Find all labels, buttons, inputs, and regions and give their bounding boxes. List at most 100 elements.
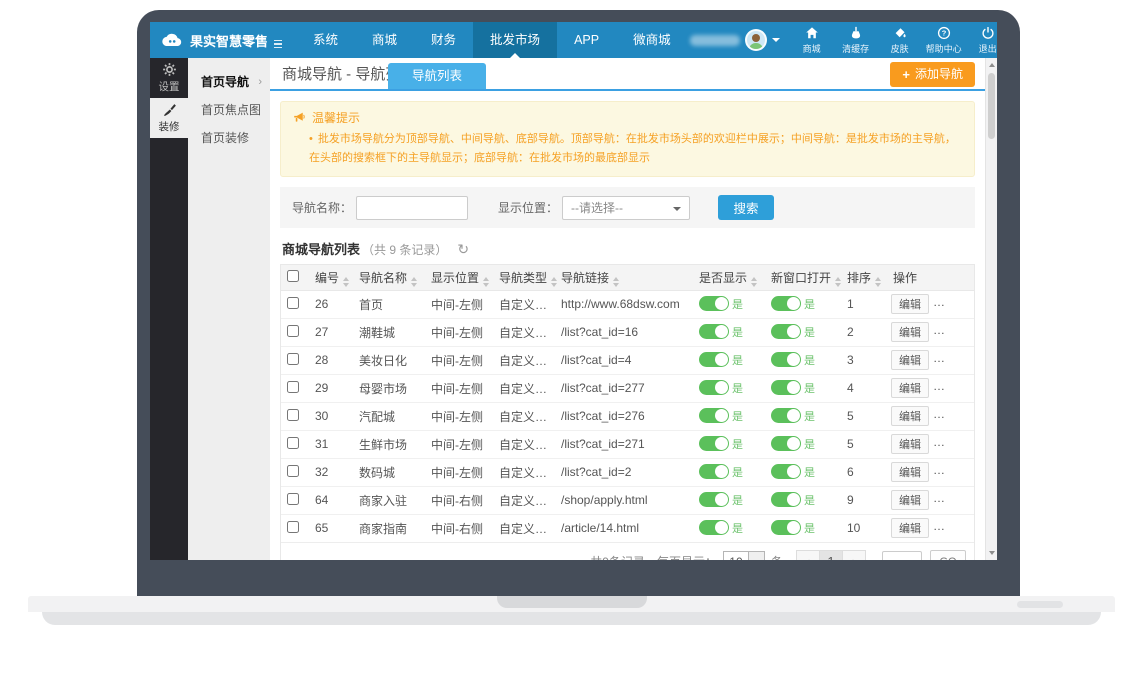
sort-icon[interactable] [411, 277, 417, 287]
menu-item-finance[interactable]: 财务 [414, 22, 473, 58]
add-nav-button[interactable]: + 添加导航 [890, 62, 975, 87]
select-all-checkbox[interactable] [287, 270, 299, 282]
cell-new-window: 是 [765, 486, 841, 514]
page-size-select[interactable]: 10 [723, 551, 765, 560]
brand[interactable]: 果实智慧零售 [150, 22, 296, 58]
display-position-select[interactable]: --请选择-- [562, 196, 690, 220]
column-new-window[interactable]: 新窗口打开 [765, 265, 841, 290]
edit-button[interactable]: 编辑 [891, 322, 929, 342]
new-window-toggle[interactable] [771, 296, 801, 311]
column-id[interactable]: 编号 [309, 265, 353, 290]
search-button[interactable]: 搜索 [718, 195, 774, 220]
new-window-toggle[interactable] [771, 408, 801, 423]
edit-button[interactable]: 编辑 [891, 406, 929, 426]
cell-name: 潮鞋城 [353, 318, 425, 346]
row-checkbox[interactable] [287, 325, 299, 337]
tool-clear-cache[interactable]: 清缓存 [834, 22, 878, 58]
sort-icon[interactable] [875, 277, 881, 287]
sort-icon[interactable] [613, 277, 619, 287]
row-checkbox-cell [281, 290, 309, 318]
sort-icon[interactable] [835, 277, 841, 287]
refresh-icon[interactable]: ↻ [457, 242, 469, 256]
visible-toggle[interactable] [699, 464, 729, 479]
submenu-item-home-decorate[interactable]: 首页装修 [188, 124, 270, 152]
sidebar-item-decorate[interactable]: 装修 [150, 98, 188, 138]
submenu-item-home-nav[interactable]: 首页导航 › [188, 68, 270, 96]
edit-button[interactable]: 编辑 [891, 350, 929, 370]
cell-position: 中间-左侧 [425, 346, 493, 374]
cell-visible: 是 [693, 346, 765, 374]
row-checkbox[interactable] [287, 493, 299, 505]
go-button[interactable]: GO [930, 550, 966, 560]
sort-icon[interactable] [751, 277, 757, 287]
sort-icon[interactable] [483, 277, 489, 287]
goto-page-input[interactable] [882, 551, 922, 560]
edit-button[interactable]: 编辑 [891, 490, 929, 510]
row-checkbox[interactable] [287, 521, 299, 533]
visible-toggle[interactable] [699, 492, 729, 507]
row-checkbox[interactable] [287, 297, 299, 309]
row-checkbox[interactable] [287, 381, 299, 393]
row-checkbox[interactable] [287, 409, 299, 421]
current-page-button[interactable]: 1 [819, 550, 843, 560]
scroll-down-arrow[interactable] [986, 547, 997, 559]
menu-item-mall[interactable]: 商城 [355, 22, 414, 58]
new-window-toggle[interactable] [771, 324, 801, 339]
menu-item-app[interactable]: APP [557, 22, 616, 58]
new-window-toggle[interactable] [771, 464, 801, 479]
edit-button[interactable]: 编辑 [891, 462, 929, 482]
new-window-toggle[interactable] [771, 352, 801, 367]
cell-sort-order: 5 [841, 430, 887, 458]
avatar[interactable] [745, 29, 767, 51]
column-visible[interactable]: 是否显示 [693, 265, 765, 290]
cell-id: 29 [309, 374, 353, 402]
edit-button[interactable]: 编辑 [891, 518, 929, 538]
tool-help-center[interactable]: ? 帮助中心 [922, 22, 966, 58]
sort-icon[interactable] [551, 277, 557, 287]
menu-toggle-icon[interactable] [274, 40, 282, 49]
edit-button[interactable]: 编辑 [891, 434, 929, 454]
new-window-label: 是 [804, 439, 815, 451]
submenu-item-home-banner[interactable]: 首页焦点图 [188, 96, 270, 124]
column-sort-order[interactable]: 排序 [841, 265, 887, 290]
row-checkbox[interactable] [287, 353, 299, 365]
row-checkbox[interactable] [287, 465, 299, 477]
menu-item-wechat-mall[interactable]: 微商城 [616, 22, 688, 58]
column-link[interactable]: 导航链接 [555, 265, 693, 290]
sort-icon[interactable] [343, 277, 349, 287]
prev-page-button[interactable]: ‹ [796, 550, 820, 560]
visible-toggle[interactable] [699, 408, 729, 423]
scrollbar-thumb[interactable] [988, 73, 995, 139]
visible-toggle[interactable] [699, 436, 729, 451]
visible-toggle[interactable] [699, 296, 729, 311]
edit-button[interactable]: 编辑 [891, 294, 929, 314]
scroll-up-arrow[interactable] [986, 59, 997, 71]
new-window-toggle[interactable] [771, 436, 801, 451]
page-size-caret-button[interactable] [749, 551, 765, 560]
visible-toggle[interactable] [699, 352, 729, 367]
column-type[interactable]: 导航类型 [493, 265, 555, 290]
column-position[interactable]: 显示位置 [425, 265, 493, 290]
new-window-toggle[interactable] [771, 520, 801, 535]
tool-skin[interactable]: 皮肤 [878, 22, 922, 58]
user-account[interactable] [688, 22, 782, 58]
visible-toggle[interactable] [699, 380, 729, 395]
visible-toggle[interactable] [699, 520, 729, 535]
new-window-toggle[interactable] [771, 492, 801, 507]
new-window-toggle[interactable] [771, 380, 801, 395]
vertical-scrollbar[interactable] [985, 58, 997, 560]
column-name[interactable]: 导航名称 [353, 265, 425, 290]
menu-item-system[interactable]: 系统 [296, 22, 355, 58]
cell-position: 中间-左侧 [425, 290, 493, 318]
row-checkbox[interactable] [287, 437, 299, 449]
tool-mall[interactable]: 商城 [790, 22, 834, 58]
nav-name-input[interactable] [356, 196, 468, 220]
next-page-button[interactable]: › [842, 550, 866, 560]
gear-icon [162, 62, 177, 77]
visible-toggle[interactable] [699, 324, 729, 339]
edit-button[interactable]: 编辑 [891, 378, 929, 398]
tab-nav-list[interactable]: 导航列表 [388, 63, 486, 89]
menu-item-wholesale-market[interactable]: 批发市场 [473, 22, 557, 58]
tool-logout[interactable]: 退出 [966, 22, 997, 58]
sidebar-item-settings[interactable]: 设置 [150, 58, 188, 98]
